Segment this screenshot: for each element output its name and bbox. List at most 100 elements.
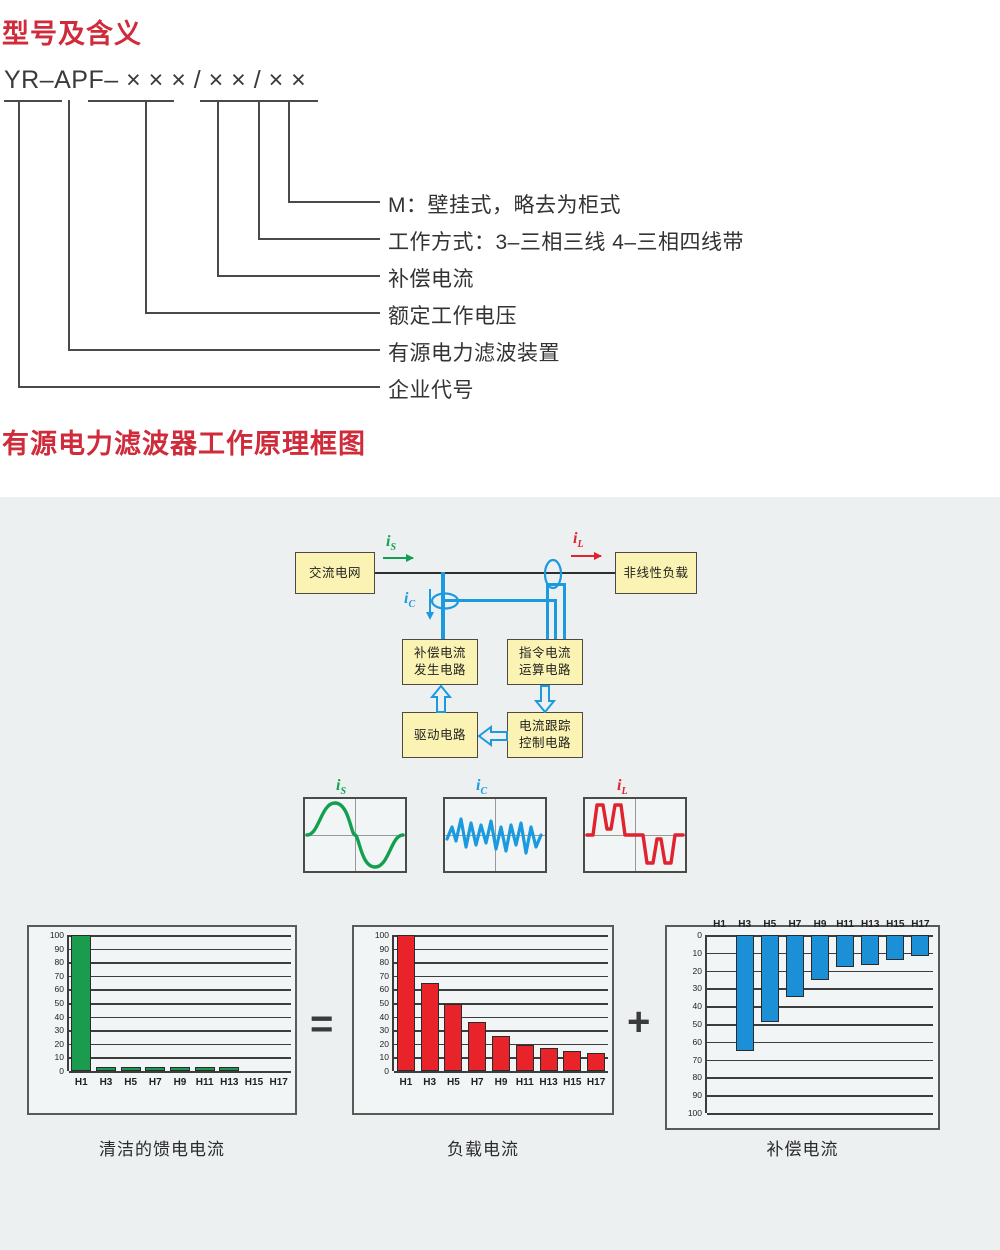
y-tick-label: 10 xyxy=(54,1052,64,1063)
y-tick-label: 0 xyxy=(697,930,702,940)
comp-branch-wire xyxy=(441,572,445,639)
y-tick-label: 40 xyxy=(379,1011,389,1022)
gridline xyxy=(394,948,608,951)
leader-label-device: 有源电力滤波装置 xyxy=(388,342,560,365)
chart2-y-axis xyxy=(392,935,394,1071)
chart-clean-feed-current: 100 90 80 70 60 50 40 30 20 10 0 H1 H3 H5 H7 H9 H11 H13 H… xyxy=(27,925,297,1115)
y-tick-label: 20 xyxy=(379,1038,389,1049)
y-tick-label: 40 xyxy=(692,1001,702,1012)
block-ac-grid-label: 交流电网 xyxy=(308,565,361,580)
gridline xyxy=(69,1043,291,1046)
bar-H3 xyxy=(96,1066,116,1071)
bar-H15 xyxy=(886,935,905,960)
arrow-driver-to-comp-gen xyxy=(430,685,452,713)
bar-H3 xyxy=(420,982,439,1071)
x-tick-label: H3 xyxy=(99,1077,113,1088)
gridline xyxy=(69,935,291,937)
x-tick-label: H1 xyxy=(74,1077,88,1088)
y-tick-label: 20 xyxy=(54,1038,64,1049)
block-driver-label: 驱动电路 xyxy=(413,727,466,742)
gridline xyxy=(69,989,291,991)
gridline xyxy=(394,935,608,937)
leader-line-voltage xyxy=(145,312,380,314)
ct-load-lead-left xyxy=(546,585,549,639)
gridline xyxy=(69,962,291,964)
waveform-box-il xyxy=(583,797,687,873)
x-tick-label: H13 xyxy=(861,919,880,930)
waveform-plot-ic xyxy=(445,817,543,855)
waveform-caption-ic: iC xyxy=(476,777,488,798)
leader-label-voltage: 额定工作电压 xyxy=(388,305,517,328)
page-title-principle: 有源电力滤波器工作原理框图 xyxy=(2,429,366,459)
label-current-il: iL xyxy=(573,530,584,551)
bar-H17 xyxy=(587,1053,606,1071)
y-tick-label: 80 xyxy=(379,957,389,968)
x-tick-label: H1 xyxy=(713,919,726,930)
chart1-caption: 清洁的馈电电流 xyxy=(99,1140,225,1159)
x-tick-label: H9 xyxy=(813,919,827,930)
block-track-line2: 控制电路 xyxy=(518,736,571,750)
model-code-text: YR–APF– × × × / × × / × × xyxy=(4,66,307,94)
x-tick-label: H13 xyxy=(220,1077,239,1088)
x-tick-label: H17 xyxy=(269,1077,288,1088)
block-cmd-calc-line2: 运算电路 xyxy=(518,663,571,677)
y-tick-label: 10 xyxy=(379,1052,389,1063)
y-tick-label: 70 xyxy=(692,1054,702,1065)
x-tick-label: H11 xyxy=(515,1077,534,1088)
x-tick-label: H5 xyxy=(124,1077,138,1088)
bar-H17 xyxy=(911,935,930,957)
code-underline-apf xyxy=(88,100,174,102)
block-comp-gen-line1: 补偿电流 xyxy=(413,646,466,661)
x-tick-label: H11 xyxy=(195,1077,214,1088)
waveform-box-ic xyxy=(443,797,547,873)
x-tick-label: H5 xyxy=(447,1077,460,1088)
x-tick-label: H17 xyxy=(586,1077,606,1088)
bar-H5 xyxy=(760,935,779,1023)
bar-H7 xyxy=(785,935,804,998)
y-tick-label: 50 xyxy=(379,998,389,1008)
ct-signal-wire-horizontal xyxy=(443,599,557,602)
x-tick-label: H15 xyxy=(563,1077,582,1088)
y-tick-label: 40 xyxy=(54,1011,64,1022)
principle-diagram-panel: 交流电网 非线性负载 iS iL iC 补偿电流 发生电路 指令电流 运算电路 … xyxy=(0,497,1000,1250)
bar-H11 xyxy=(515,1045,534,1071)
x-tick-label: H7 xyxy=(148,1077,162,1088)
bar-H9 xyxy=(170,1066,190,1071)
y-tick-label: 60 xyxy=(54,984,64,995)
x-tick-label: H3 xyxy=(738,919,752,930)
y-tick-label: 80 xyxy=(692,1072,702,1083)
bar-H7 xyxy=(145,1066,166,1071)
gridline xyxy=(69,1071,291,1073)
bar-H5 xyxy=(120,1066,141,1071)
ct-load-lead-bridge xyxy=(546,583,566,586)
ct-signal-wire-vertical xyxy=(554,599,557,639)
chart1-y-axis xyxy=(67,935,69,1071)
model-code-diagram: YR–APF– × × × / × × / × × M：壁挂式，略去为柜式 工作… xyxy=(0,58,1000,408)
chart2-caption: 负载电流 xyxy=(447,1140,519,1159)
block-ac-grid: 交流电网 xyxy=(295,552,375,594)
label-current-ic: iC xyxy=(404,590,416,611)
block-comp-current-generator: 补偿电流 发生电路 xyxy=(402,639,478,685)
x-tick-label: H13 xyxy=(539,1077,558,1088)
y-tick-label: 60 xyxy=(379,984,389,995)
waveform-box-is xyxy=(303,797,407,873)
x-tick-label: H17 xyxy=(911,919,930,930)
y-tick-label: 30 xyxy=(692,983,702,994)
label-current-is: iS xyxy=(386,533,397,554)
gridline xyxy=(394,975,608,978)
y-tick-label: 0 xyxy=(384,1066,389,1076)
leader-drop-compcurrent xyxy=(217,100,219,275)
chart-compensation-current: 0 10 20 30 40 50 60 70 80 90 100 H1 H3 H5 H7 H9 H11 H13 H… xyxy=(665,919,940,1130)
leader-label-enterprise: 企业代号 xyxy=(388,379,474,402)
gridline xyxy=(69,1016,291,1019)
y-tick-label: 100 xyxy=(374,930,389,940)
gridline xyxy=(69,975,291,978)
bar-H9 xyxy=(492,1035,510,1071)
gridline xyxy=(394,962,608,964)
leader-line-workmode xyxy=(258,238,380,240)
bar-H13 xyxy=(539,1047,558,1071)
leader-drop-enterprise xyxy=(18,100,20,386)
block-cmd-calc-line1: 指令电流 xyxy=(518,646,571,661)
block-driver-circuit: 驱动电路 xyxy=(402,712,478,758)
y-tick-label: 90 xyxy=(54,943,64,954)
